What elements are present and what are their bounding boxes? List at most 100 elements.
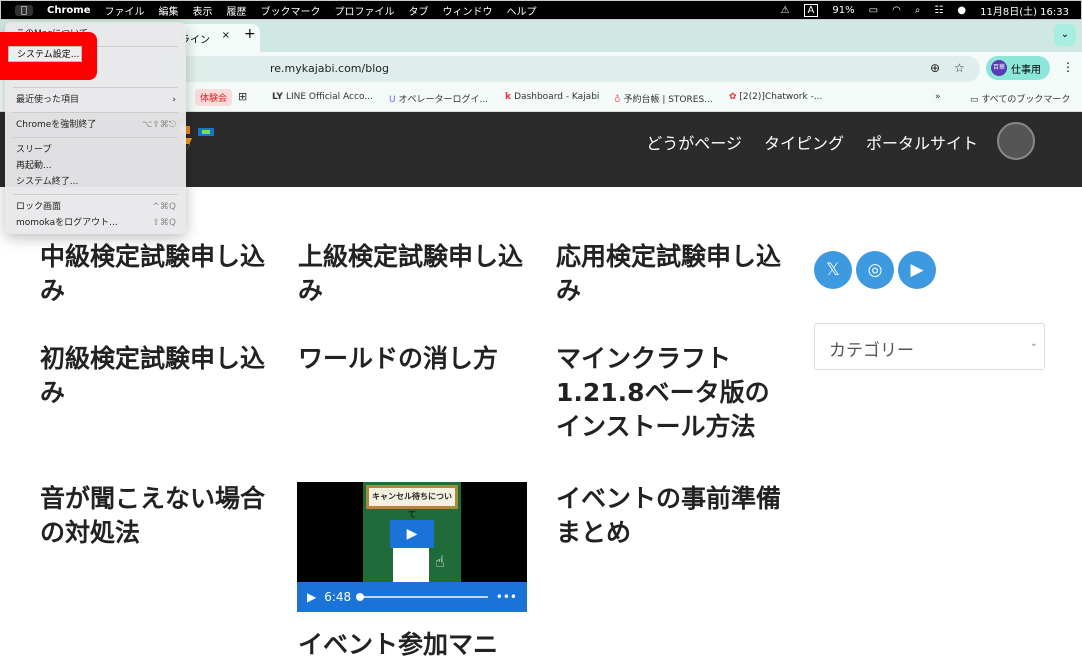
menu-item-shutdown[interactable]: システム終了... [5,174,186,190]
menu-app-name[interactable]: Chrome [47,5,90,16]
menu-separator [13,112,178,113]
url-text[interactable]: re.mykajabi.com/blog [270,62,389,75]
macos-menubar:  Chrome ファイル 編集 表示 履歴 ブックマーク プロファイル タブ … [0,0,1082,20]
menu-separator [13,137,178,138]
menu-item-label: ロック画面 [16,202,62,212]
post-title[interactable]: 上級検定試験申し込み [298,240,538,308]
menu-shortcut: ⌥⇧⌘⎋ [141,120,176,130]
zoom-icon[interactable]: ⊕ [930,61,940,75]
profile-avatar: 百華 [991,60,1007,76]
bookmark-line[interactable]: LY LINE Official Acco... [272,92,373,102]
x-twitter-icon[interactable]: 𝕏 [814,251,852,289]
highlight-annotation: システム設定... [0,32,97,80]
spotlight-search-icon[interactable]: ⌕ [915,5,921,16]
bookmark-label: Dashboard - Kajabi [514,92,600,102]
new-tab-button[interactable]: + [244,26,256,42]
bookmark-kajabi[interactable]: k Dashboard - Kajabi [505,92,599,102]
chevron-right-icon: › [172,95,176,105]
post-title[interactable]: 初級検定試験申し込み [40,342,280,410]
menu-shortcut: ⇧⌘Q [152,218,176,228]
apple-menu-icon[interactable]:  [15,4,34,16]
battery-percent: 91% [832,4,855,16]
bookmark-stores[interactable]: ♁ 予約台帳 | STORES... [614,92,713,105]
menu-view[interactable]: 表示 [192,3,212,18]
post-title[interactable]: ワールドの消し方 [298,342,538,376]
post-title[interactable]: イベントの事前準備まとめ [556,482,796,550]
menu-separator [13,194,178,195]
instagram-icon[interactable]: ◎ [856,251,894,289]
menu-item-label: momokaをログアウト... [16,218,118,228]
menu-item-lock-screen[interactable]: ロック画面 ^⌘Q [5,199,186,215]
menu-profile[interactable]: プロファイル [334,3,394,18]
menu-shortcut: ^⌘Q [152,202,176,212]
user-avatar[interactable] [997,122,1035,160]
bookmark-chatwork[interactable]: ✿ [2(2)]Chatwork -... [729,92,822,102]
post-title[interactable]: 音が聞こえない場合の対処法 [40,482,280,550]
menu-item-logout[interactable]: momokaをログアウト... ⇧⌘Q [5,215,186,231]
all-bookmarks-label: すべてのブックマーク [981,95,1071,105]
profile-label: 仕事用 [1011,64,1041,76]
menu-file[interactable]: ファイル [104,3,144,18]
bookmark-label: オペレーターログイ... [398,95,489,105]
nav-portal[interactable]: ポータルサイト [866,130,978,154]
menu-item-restart[interactable]: 再起動... [5,158,186,174]
chevron-down-icon: ⌄ [1029,338,1038,349]
menu-item-sleep[interactable]: スリープ [5,142,186,158]
video-big-play-button[interactable]: ▶ [390,520,434,548]
category-select-value: カテゴリー [829,341,914,361]
menu-separator [13,87,178,88]
folder-icon: ▭ [970,95,982,105]
control-center-icon[interactable]: ☷ [934,5,943,16]
input-mode-indicator[interactable]: A [803,3,819,17]
menu-item-label: 最近使った項目 [16,95,80,105]
kajabi-icon: k [505,92,515,102]
apps-grid-icon[interactable]: ⊞ [238,90,247,103]
video-more-button[interactable]: ••• [496,590,517,604]
hand-pointer-icon: ☝ [435,552,445,571]
all-bookmarks[interactable]: ▭ すべてのブックマーク [970,92,1070,105]
menu-window[interactable]: ウィンドウ [442,3,492,18]
chrome-menu-icon[interactable]: ⋮ [1062,60,1074,74]
address-bar[interactable]: re.mykajabi.com/blog ⊕ ☆ [150,56,980,82]
bookmark-taikenkai[interactable]: 体験会 [195,89,233,106]
video-thumbnail-phone [393,544,429,586]
chatwork-icon: ✿ [729,92,740,102]
wifi-icon[interactable]: ◠ [892,5,901,16]
post-title[interactable]: 応用検定試験申し込み [556,240,796,308]
profile-button[interactable]: 百華 仕事用 [986,56,1050,80]
bookmark-label: LINE Official Acco... [285,92,373,102]
menu-item-label: Chromeを強制終了 [16,120,97,130]
tab-close-button[interactable]: × [222,30,230,41]
menu-tab[interactable]: タブ [408,3,428,18]
menu-history[interactable]: 履歴 [226,3,246,18]
bookmark-star-icon[interactable]: ☆ [954,61,965,75]
bookmarks-overflow-button[interactable]: » [935,92,941,102]
video-time: 6:48 [324,590,352,604]
menu-item-recent-items[interactable]: 最近使った項目 › [5,92,186,108]
post-title[interactable]: マインクラフト1.21.8ベータ版のインストール方法 [556,342,786,444]
sync-warning-icon[interactable]: ⚠ [781,5,790,16]
youtube-icon[interactable]: ▶ [898,251,936,289]
menu-help[interactable]: ヘルプ [506,3,536,18]
nav-typing[interactable]: タイピング [764,130,844,154]
video-progress-slider[interactable] [356,593,488,601]
menu-bookmarks[interactable]: ブックマーク [260,3,320,18]
line-icon: LY [272,92,286,102]
highlighted-system-settings[interactable]: システム設定... [8,46,82,62]
category-select[interactable]: カテゴリー ⌄ [814,323,1045,370]
video-player[interactable]: キャンセル待ちについて ▶ ☝ ▶ 6:48 ••• [297,482,527,612]
menu-item-force-quit[interactable]: Chromeを強制終了 ⌥⇧⌘⎋ [5,117,186,133]
siri-icon[interactable]: ● [957,5,966,16]
bookmark-label: [2(2)]Chatwork -... [739,92,823,102]
battery-icon[interactable]: ▭ [869,5,878,16]
tab-search-chevron-icon[interactable]: ⌄ [1054,24,1076,46]
video-caption: キャンセル待ちについて [366,485,458,519]
clock[interactable]: 11月8日(土) 16:33 [980,3,1069,18]
bookmark-operator[interactable]: U オペレーターログイ... [389,92,488,105]
video-controls: ▶ 6:48 ••• [297,582,527,612]
menu-edit[interactable]: 編集 [158,3,178,18]
play-button[interactable]: ▶ [307,590,316,604]
post-title[interactable]: 中級検定試験申し込み [40,240,280,308]
bookmark-label: 予約台帳 | STORES... [623,95,713,105]
nav-video-page[interactable]: どうがページ [646,130,742,154]
